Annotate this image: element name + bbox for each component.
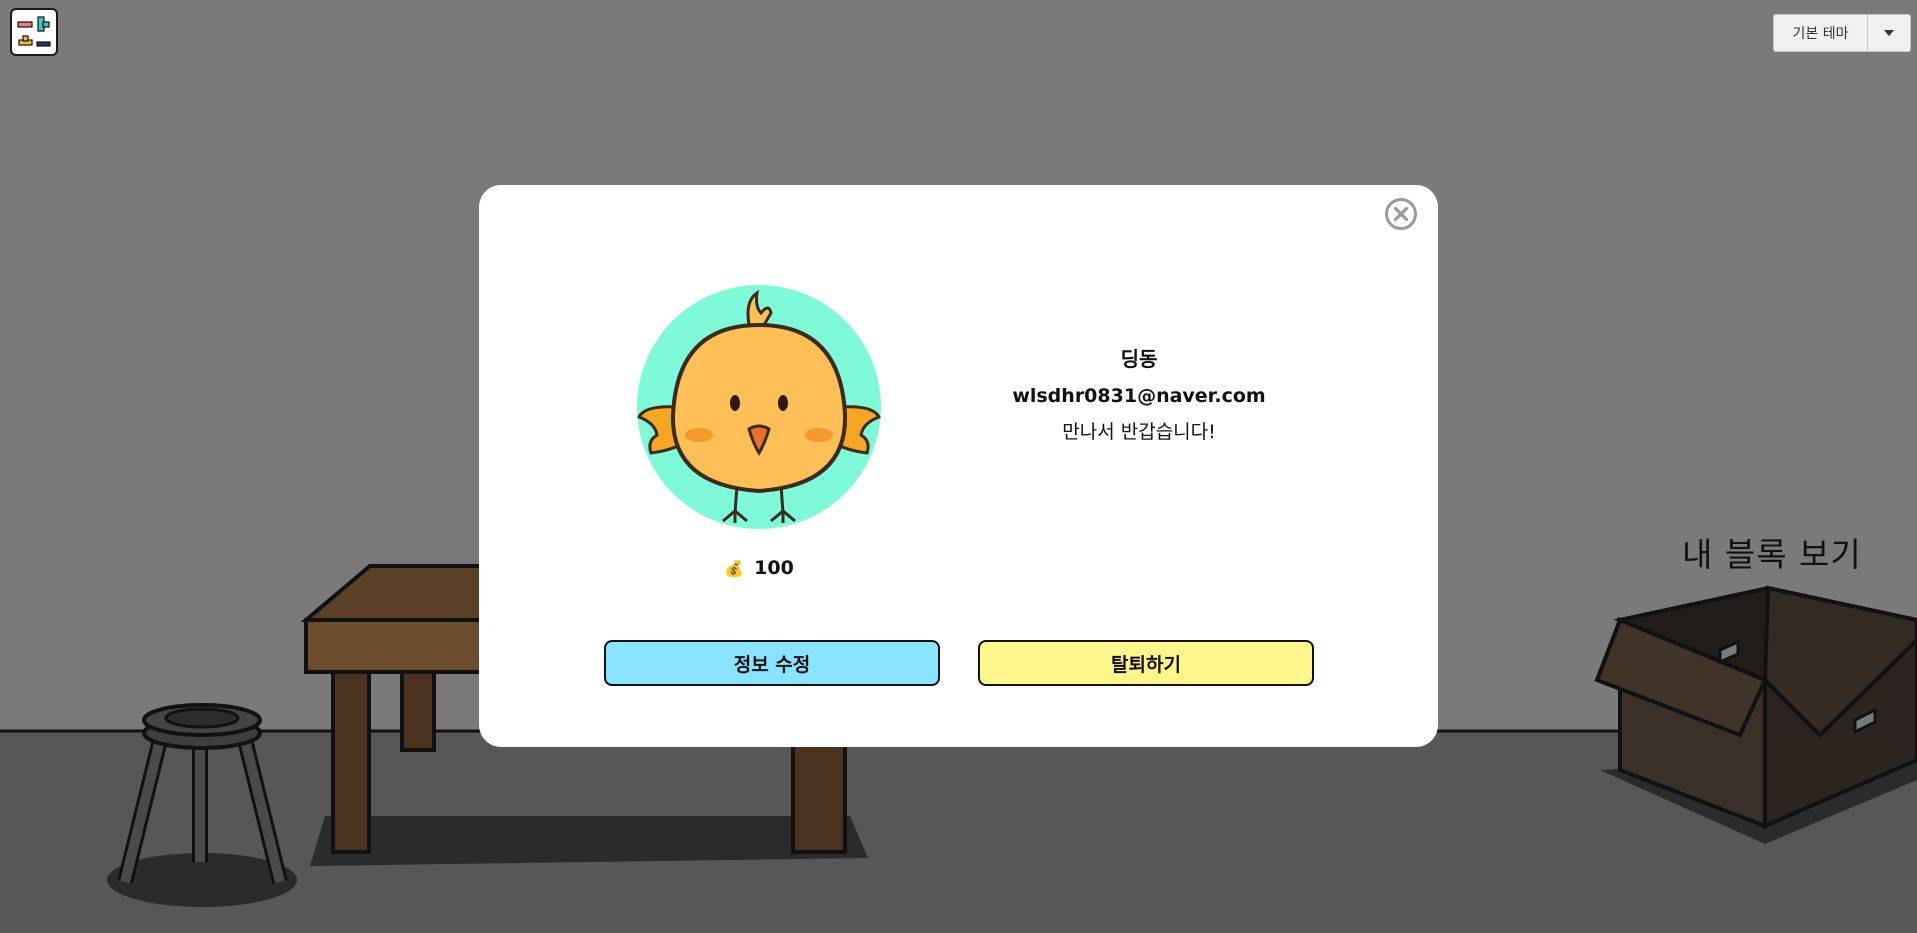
profile-email: wlsdhr0831@naver.com bbox=[1012, 385, 1266, 407]
theme-dropdown[interactable]: 기본 테마 bbox=[1773, 14, 1911, 52]
profile-info: 딩동 wlsdhr0831@naver.com 만나서 반갑습니다! bbox=[999, 343, 1279, 444]
close-circle-icon bbox=[1385, 198, 1417, 230]
edit-profile-button[interactable]: 정보 수정 bbox=[604, 640, 940, 686]
home-logo-button[interactable] bbox=[10, 8, 58, 56]
profile-modal: 💰 100 딩동 wlsdhr0831@naver.com 만나서 반갑습니다!… bbox=[479, 185, 1438, 747]
theme-dropdown-label[interactable]: 기본 테마 bbox=[1774, 15, 1868, 51]
profile-avatar bbox=[637, 285, 881, 529]
points-value: 100 bbox=[754, 557, 794, 579]
modal-close-button[interactable] bbox=[1384, 197, 1418, 231]
caret-down-icon bbox=[1884, 30, 1894, 36]
coin-stack-icon: 💰 bbox=[724, 558, 745, 578]
profile-greeting: 만나서 반갑습니다! bbox=[1062, 421, 1216, 443]
theme-dropdown-toggle[interactable] bbox=[1868, 15, 1910, 51]
view-my-blocks-link[interactable]: 내 블록 보기 bbox=[1682, 528, 1862, 576]
points-display: 💰 100 bbox=[679, 557, 839, 579]
chick-avatar-icon bbox=[637, 289, 881, 523]
block-logo-icon bbox=[17, 16, 51, 47]
room-scene: 기본 테마 내 블록 보기 💰 100 딩동 wlsdhr0831@naver.… bbox=[0, 0, 1917, 933]
profile-nickname: 딩동 bbox=[1120, 347, 1158, 371]
withdraw-account-button[interactable]: 탈퇴하기 bbox=[978, 640, 1314, 686]
